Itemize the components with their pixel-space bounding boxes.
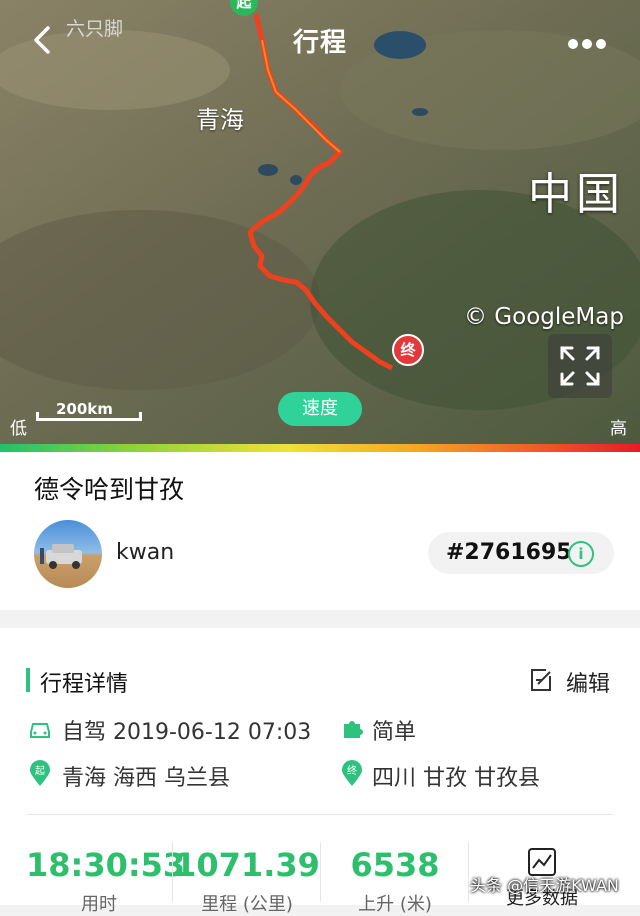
more-options-button[interactable] xyxy=(568,34,612,49)
section-title: 行程详情 xyxy=(40,672,129,697)
country-label: 中国 xyxy=(528,169,624,220)
trip-id-badge[interactable]: #2761695 i xyxy=(428,532,614,574)
trip-title: 德令哈到甘孜 xyxy=(34,475,185,504)
stat-label: 用时 xyxy=(81,894,117,915)
end-location: 四川 甘孜 甘孜县 xyxy=(372,766,540,791)
top-nav-bar: 六只脚 行程 xyxy=(0,0,640,80)
stat-label: 里程 (公里) xyxy=(201,894,293,915)
start-location-icon: 起 xyxy=(30,760,50,786)
scale-label: 200km xyxy=(56,400,113,418)
stat-divider xyxy=(468,842,469,902)
expand-icon xyxy=(560,346,600,386)
legend-low-label: 低 xyxy=(10,419,27,439)
stat-value: 1071.39 xyxy=(174,846,320,884)
dot-icon xyxy=(582,39,592,49)
stat-label: 上升 (米) xyxy=(358,894,432,915)
speed-toggle-button[interactable]: 速度 xyxy=(278,392,362,426)
edit-button[interactable]: 编辑 xyxy=(528,666,610,697)
page-title: 行程 xyxy=(292,28,347,58)
stat-divider xyxy=(320,842,321,902)
trip-header-card: 德令哈到甘孜 kwan #2761695 i xyxy=(0,452,640,610)
trip-details-card: 行程详情 编辑 自驾 2019-06-12 07:03 简单 起 青海 海西 乌… xyxy=(0,628,640,915)
stat-duration: 18:30:53 用时 xyxy=(26,846,186,916)
info-icon[interactable]: i xyxy=(568,541,594,567)
edit-label: 编辑 xyxy=(566,672,611,697)
difficulty-label: 简单 xyxy=(372,720,417,745)
svg-text:终: 终 xyxy=(347,764,357,777)
speed-legend-gradient xyxy=(0,444,640,452)
legend-high-label: 高 xyxy=(610,419,627,439)
travel-mode-date: 自驾 2019-06-12 07:03 xyxy=(62,720,312,745)
end-pin[interactable]: 终 xyxy=(392,334,424,366)
stat-value: 6538 xyxy=(350,846,440,884)
start-location: 青海 海西 乌兰县 xyxy=(62,766,230,791)
map-copyright: © GoogleMap xyxy=(464,304,624,330)
route-map[interactable]: 起 终 青海 中国 © GoogleMap 200km 低 高 速度 六只脚 行… xyxy=(0,0,640,444)
divider xyxy=(26,814,614,815)
trip-id: #2761695 xyxy=(446,540,572,565)
stat-ascent: 6538 上升 (米) xyxy=(322,846,468,916)
province-label: 青海 xyxy=(196,106,244,134)
stat-value: 18:30:53 xyxy=(26,846,186,884)
avatar[interactable] xyxy=(34,520,102,588)
end-location-icon: 终 xyxy=(342,760,362,786)
watermark: 头条 @信天游KWAN xyxy=(470,876,619,895)
edit-icon xyxy=(531,669,551,691)
svg-text:起: 起 xyxy=(35,765,45,777)
username[interactable]: kwan xyxy=(116,540,174,565)
avatar-image xyxy=(40,544,82,569)
stat-distance: 1071.39 里程 (公里) xyxy=(174,846,320,916)
dot-icon xyxy=(568,39,578,49)
car-icon xyxy=(30,723,50,738)
fullscreen-button[interactable] xyxy=(548,334,612,398)
dot-icon xyxy=(596,39,606,49)
map-scale: 200km xyxy=(36,400,144,424)
section-accent-bar xyxy=(26,668,30,692)
stat-divider xyxy=(172,842,173,902)
puzzle-icon xyxy=(344,721,363,738)
scale-bar xyxy=(36,412,142,421)
